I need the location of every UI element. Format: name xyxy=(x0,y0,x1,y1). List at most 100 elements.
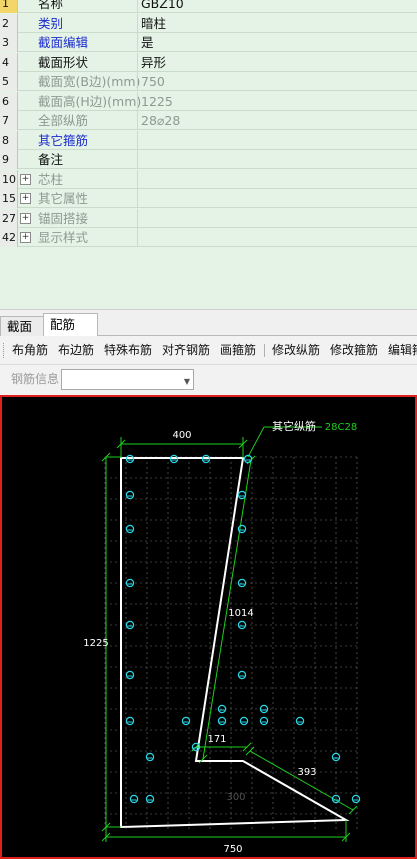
corner-rebar-button[interactable]: 布角筋 xyxy=(12,336,48,364)
dim-slope-label: 393 xyxy=(297,767,316,778)
rebar-point[interactable] xyxy=(125,490,135,500)
rebar-point[interactable] xyxy=(145,752,155,762)
rebar-point[interactable] xyxy=(237,670,247,680)
property-row[interactable]: 9 备注 xyxy=(0,150,417,169)
rebar-point[interactable] xyxy=(237,490,247,500)
rebar-point[interactable] xyxy=(217,716,227,726)
dim-top-label: 400 xyxy=(172,430,191,441)
property-row[interactable]: 7 全部纵筋 28⌀28 xyxy=(0,111,417,130)
rebar-point[interactable] xyxy=(125,524,135,534)
property-name: 其它属性 xyxy=(38,191,89,206)
special-rebar-button[interactable]: 特殊布筋 xyxy=(104,336,152,364)
property-name: 备注 xyxy=(38,152,64,167)
property-row[interactable]: 6 截面高(H边)(mm) 1225 xyxy=(0,91,417,111)
property-row[interactable]: 3 截面编辑 是 xyxy=(0,33,417,52)
expand-plus-icon[interactable]: + xyxy=(20,193,31,204)
modify-longitudinal-button[interactable]: 修改纵筋 xyxy=(272,336,320,364)
row-number: 5 xyxy=(0,72,18,91)
column-divider xyxy=(137,0,138,13)
edit-stirrup-button[interactable]: 编辑箍 xyxy=(388,336,417,364)
column-divider xyxy=(137,150,138,169)
property-name: 类别 xyxy=(38,15,64,31)
callout-label: 其它纵筋 xyxy=(272,419,316,433)
toolbar-separator xyxy=(264,344,265,357)
callout-value: 28C28 xyxy=(325,422,357,433)
property-row[interactable]: 4 截面形状 异形 xyxy=(0,52,417,72)
property-name: 截面形状 xyxy=(38,54,89,70)
property-value[interactable]: 1225 xyxy=(141,92,173,111)
row-number: 7 xyxy=(0,111,18,130)
row-number: 9 xyxy=(0,150,18,169)
rebar-point[interactable] xyxy=(181,716,191,726)
row-number: 8 xyxy=(0,130,18,150)
property-name: 芯柱 xyxy=(38,171,64,187)
property-row[interactable]: 1 名称 GBZ10 xyxy=(0,0,417,13)
modify-stirrup-button[interactable]: 修改箍筋 xyxy=(330,336,378,364)
row-number: 10 xyxy=(0,169,18,189)
expand-plus-icon[interactable]: + xyxy=(20,232,31,243)
rebar-info-bar: 钢筋信息 ▼ xyxy=(0,364,417,395)
align-rebar-button[interactable]: 对齐钢筋 xyxy=(162,336,210,364)
property-row[interactable]: 5 截面宽(B边)(mm) 750 xyxy=(0,72,417,91)
row-number: 2 xyxy=(0,13,18,33)
property-row[interactable]: 10 + 芯柱 xyxy=(0,169,417,189)
property-row[interactable]: 2 类别 暗柱 xyxy=(0,13,417,33)
dim-left-label: 1225 xyxy=(83,638,108,649)
column-divider xyxy=(137,208,138,228)
property-value[interactable]: 是 xyxy=(141,33,154,52)
property-row[interactable]: 15 + 其它属性 xyxy=(0,189,417,208)
property-row[interactable]: 8 其它箍筋 xyxy=(0,130,417,150)
dim-faint-label: 300 xyxy=(226,792,245,803)
expand-plus-icon[interactable]: + xyxy=(20,212,31,224)
property-value[interactable]: 750 xyxy=(141,72,165,91)
column-divider xyxy=(137,130,138,150)
callout-leader xyxy=(247,426,265,458)
property-name: 全部纵筋 xyxy=(38,113,89,128)
tab-rebar[interactable]: 配筋 xyxy=(43,313,98,337)
property-row[interactable]: 42 + 显示样式 xyxy=(0,228,417,247)
dimension-tick xyxy=(348,805,358,815)
rebar-info-select[interactable]: ▼ xyxy=(61,369,194,390)
column-divider xyxy=(137,189,138,208)
rebar-point[interactable] xyxy=(239,716,249,726)
rebar-point[interactable] xyxy=(125,716,135,726)
property-value[interactable]: 28⌀28 xyxy=(141,111,180,130)
property-value[interactable]: 暗柱 xyxy=(141,14,166,33)
property-name: 显示样式 xyxy=(38,230,89,245)
rebar-point[interactable] xyxy=(145,794,155,804)
rebar-info-label: 钢筋信息 xyxy=(11,372,60,386)
rebar-point[interactable] xyxy=(295,716,305,726)
toolbar-grip[interactable] xyxy=(3,343,6,358)
section-drawing[interactable]: 400 1225 750 1014 171 393 300 其它纵筋 28C28 xyxy=(2,397,415,857)
rebar-toolbar: 布角筋 布边筋 特殊布筋 对齐钢筋 画箍筋 修改纵筋 修改箍筋 编辑箍 xyxy=(0,336,417,364)
property-row[interactable]: 27 + 锚固搭接 xyxy=(0,208,417,228)
property-value[interactable]: 异形 xyxy=(141,53,166,72)
row-number: 15 xyxy=(0,189,18,208)
column-divider xyxy=(137,91,138,111)
expand-plus-icon[interactable]: + xyxy=(20,173,31,185)
property-grid: 1 名称 GBZ10 2 类别 暗柱 3 截面编辑是 4 截面形状 异形 5 截面宽(B边)(mm) 75… xyxy=(0,0,417,309)
dim-diagonal-label: 1014 xyxy=(228,608,253,619)
property-value[interactable]: GBZ10 xyxy=(141,0,184,13)
property-name: 其它箍筋 xyxy=(38,132,89,148)
rebar-point[interactable] xyxy=(351,794,361,804)
column-divider xyxy=(137,52,138,72)
rebar-point[interactable] xyxy=(259,716,269,726)
section-drawing-canvas[interactable]: 400 1225 750 1014 171 393 300 其它纵筋 28C28 xyxy=(0,395,417,859)
edge-rebar-button[interactable]: 布边筋 xyxy=(58,336,94,364)
row-number: 3 xyxy=(0,33,18,52)
dimension-tick xyxy=(245,746,255,756)
column-divider xyxy=(137,72,138,91)
rebar-point[interactable] xyxy=(129,794,139,804)
property-name: 锚固搭接 xyxy=(38,210,89,226)
column-divider xyxy=(137,169,138,189)
property-name: 名称 xyxy=(38,0,64,11)
dim-bottom-label: 750 xyxy=(223,844,242,855)
row-number: 1 xyxy=(0,0,18,13)
column-divider xyxy=(137,13,138,33)
chevron-down-icon[interactable]: ▼ xyxy=(184,377,190,386)
draw-stirrup-button[interactable]: 画箍筋 xyxy=(220,336,256,364)
rebar-point[interactable] xyxy=(125,670,135,680)
tab-section[interactable]: 截面 xyxy=(0,316,44,337)
row-number: 4 xyxy=(0,52,18,72)
